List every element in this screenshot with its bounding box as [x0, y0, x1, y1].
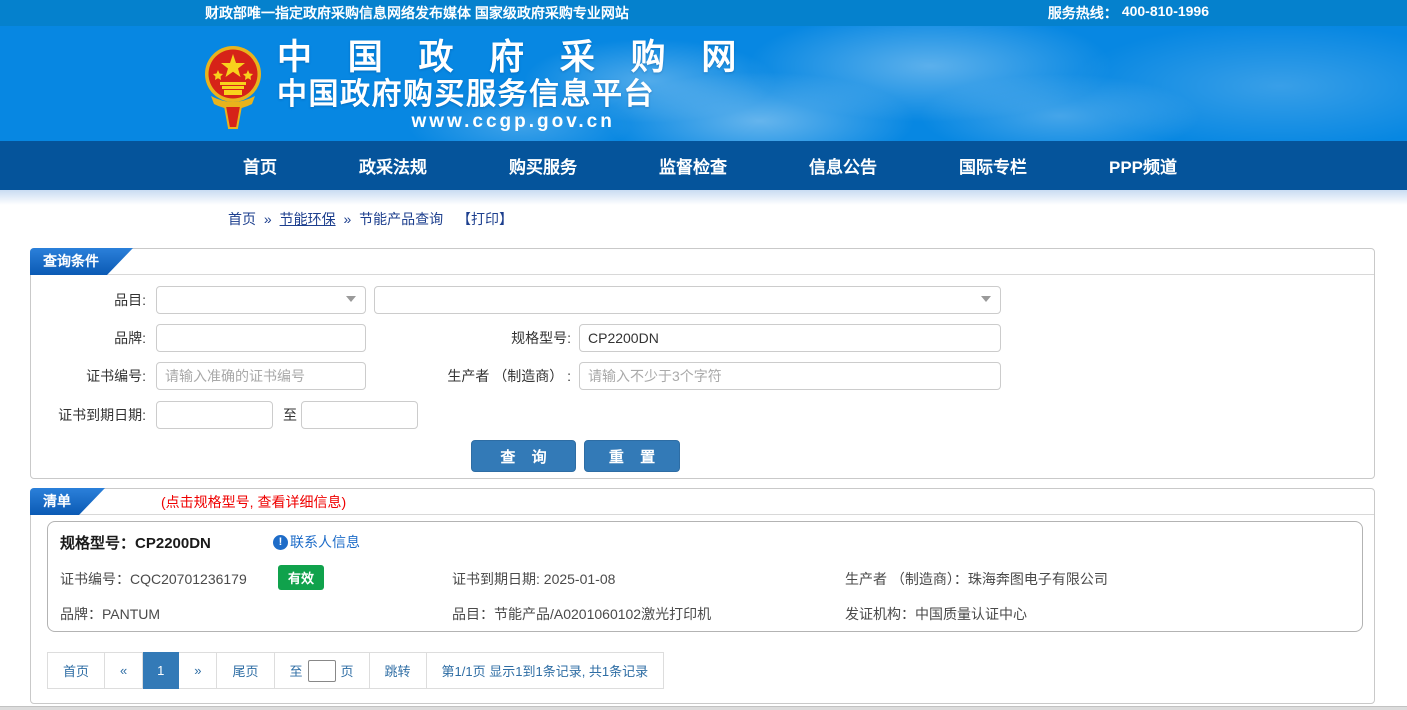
list-panel-hint: (点击规格型号, 查看详细信息) [161, 489, 346, 515]
record-category: 品目：节能产品/A0201060102激光打印机 [452, 604, 711, 624]
list-panel-tab: 清单 [30, 488, 105, 515]
expiry-date-label: 证书到期日期: [31, 401, 146, 429]
chevron-down-icon [346, 296, 356, 302]
manufacturer-field-value: 珠海奔图电子有限公司 [968, 571, 1108, 587]
status-badge-wrap: 有效 [278, 565, 324, 590]
record-model[interactable]: 规格型号：CP2200DN [60, 532, 211, 553]
record-manufacturer: 生产者 （制造商）：珠海奔图电子有限公司 [845, 569, 1108, 589]
site-url: www.ccgp.gov.cn [277, 111, 749, 133]
manufacturer-input[interactable] [579, 362, 1001, 390]
category-field-value: 节能产品/A0201060102激光打印机 [494, 606, 711, 622]
pagination-summary: 第1/1页 显示1到1条记录, 共1条记录 [427, 652, 665, 689]
hotline-label: 服务热线： [1048, 3, 1118, 23]
result-list-panel: 清单 (点击规格型号, 查看详细信息) 规格型号：CP2200DN ! 联系人信… [30, 488, 1375, 704]
pagination: 首页 « 1 » 尾页 至 页 跳转 第1/1页 显示1到1条记录, 共1条记录 [47, 652, 664, 689]
breadcrumb-home[interactable]: 首页 [228, 211, 256, 227]
pagination-first-button[interactable]: 首页 [47, 652, 105, 689]
record-cert-no: 证书编号：CQC20701236179 [60, 569, 247, 589]
status-badge: 有效 [278, 565, 324, 590]
brand-text: 中 国 政 府 采 购 网 中国政府购买服务信息平台 www.ccgp.gov.… [277, 38, 749, 133]
nav-fade-gradient [0, 190, 1407, 205]
brand-field-value: PANTUM [102, 606, 160, 622]
service-hotline: 服务热线： 400-810-1996 [1048, 3, 1209, 23]
breadcrumb-separator: » [264, 211, 272, 227]
expiry-date-to-input[interactable] [301, 401, 418, 429]
site-slogan: 财政部唯一指定政府采购信息网络发布媒体 国家级政府采购专业网站 [205, 3, 629, 23]
contact-info-label: 联系人信息 [290, 532, 360, 552]
model-input[interactable] [579, 324, 1001, 352]
contact-info-link[interactable]: ! 联系人信息 [273, 532, 360, 552]
expiry-field-label: 证书到期日期: [452, 571, 540, 587]
query-conditions-panel: 查询条件 品目: 品牌: 规格型号: 证书编号: 生产者 （制造商） : 证书到… [30, 248, 1375, 479]
pagination-jump-button[interactable]: 跳转 [370, 652, 427, 689]
chevron-down-icon [981, 296, 991, 302]
site-subtitle: 中国政府购买服务信息平台 [277, 78, 749, 111]
query-panel-tab: 查询条件 [30, 248, 133, 275]
main-nav: 首页 政采法规 购买服务 监督检查 信息公告 国际专栏 PPP频道 [0, 141, 1407, 190]
record-model-label: 规格型号： [60, 535, 135, 552]
breadcrumb-energy-saving[interactable]: 节能环保 [280, 211, 336, 227]
site-header: 中 国 政 府 采 购 网 中国政府购买服务信息平台 www.ccgp.gov.… [0, 26, 1407, 141]
record-model-value[interactable]: CP2200DN [135, 535, 211, 552]
nav-item-home[interactable]: 首页 [243, 153, 277, 178]
manufacturer-label: 生产者 （制造商） : [331, 362, 571, 390]
page-bottom-divider [0, 706, 1407, 710]
nav-item-announcements[interactable]: 信息公告 [809, 153, 877, 178]
nav-item-regulations[interactable]: 政采法规 [359, 153, 427, 178]
breadcrumb-current-page: 节能产品查询 [359, 211, 443, 227]
nav-item-supervision[interactable]: 监督检查 [659, 153, 727, 178]
manufacturer-field-label: 生产者 （制造商）： [845, 571, 968, 587]
goto-prefix-label: 至 [290, 661, 303, 680]
pagination-page-1[interactable]: 1 [143, 652, 179, 689]
expiry-date-from-input[interactable] [156, 401, 273, 429]
query-panel-header: 查询条件 [31, 249, 1374, 275]
breadcrumb: 首页 » 节能环保 » 节能产品查询 【打印】 [228, 209, 1407, 229]
list-panel-header: 清单 (点击规格型号, 查看详细信息) [31, 489, 1374, 515]
pagination-prev-button[interactable]: « [105, 652, 143, 689]
pagination-next-button[interactable]: » [179, 652, 217, 689]
hotline-number: 400-810-1996 [1122, 3, 1209, 23]
record-expiry: 证书到期日期: 2025-01-08 [452, 569, 615, 589]
nav-item-ppp[interactable]: PPP频道 [1109, 153, 1177, 178]
reset-button[interactable]: 重 置 [584, 440, 680, 472]
cert-no-field-value: CQC20701236179 [130, 571, 247, 587]
goto-suffix-label: 页 [341, 661, 354, 680]
category-select-secondary[interactable] [374, 286, 1001, 314]
national-emblem-icon [203, 44, 263, 130]
brand-label: 品牌: [31, 324, 146, 352]
info-icon: ! [273, 535, 288, 550]
pagination-goto-cell: 至 页 [275, 652, 370, 689]
category-label: 品目: [31, 286, 146, 314]
nav-item-purchase-services[interactable]: 购买服务 [509, 153, 577, 178]
expiry-field-value: 2025-01-08 [544, 571, 616, 587]
nav-item-international[interactable]: 国际专栏 [959, 153, 1027, 178]
record-issuer: 发证机构：中国质量认证中心 [845, 604, 1027, 624]
cert-no-label: 证书编号: [31, 362, 146, 390]
model-label: 规格型号: [331, 324, 571, 352]
top-info-bar: 财政部唯一指定政府采购信息网络发布媒体 国家级政府采购专业网站 服务热线： 40… [0, 0, 1407, 26]
issuer-field-value: 中国质量认证中心 [915, 606, 1027, 622]
brand-field-label: 品牌： [60, 606, 102, 622]
goto-page-input[interactable] [308, 660, 336, 682]
cert-no-field-label: 证书编号： [60, 571, 130, 587]
pagination-last-button[interactable]: 尾页 [217, 652, 274, 689]
record-card: 规格型号：CP2200DN ! 联系人信息 证书编号：CQC2070123617… [47, 521, 1363, 632]
category-field-label: 品目： [452, 606, 494, 622]
category-select-primary[interactable] [156, 286, 366, 314]
site-logo[interactable]: 中 国 政 府 采 购 网 中国政府购买服务信息平台 www.ccgp.gov.… [203, 38, 749, 133]
record-brand: 品牌：PANTUM [60, 604, 160, 624]
print-link[interactable]: 【打印】 [457, 211, 513, 227]
breadcrumb-separator: » [343, 211, 351, 227]
search-button[interactable]: 查 询 [471, 440, 576, 472]
site-name: 中 国 政 府 采 购 网 [277, 38, 749, 78]
issuer-field-label: 发证机构： [845, 606, 915, 622]
date-to-label: 至 [283, 401, 297, 429]
